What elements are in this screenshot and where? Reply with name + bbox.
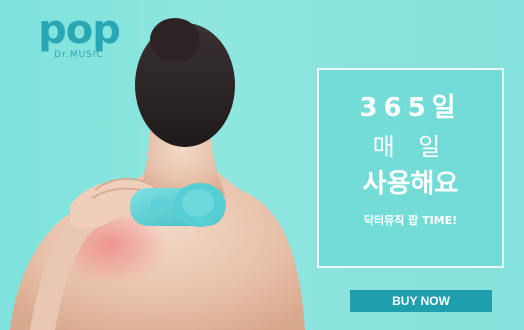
headline-tagline: 닥터뮤직 팝 TIME!: [363, 214, 458, 227]
headline-line-1: 365일: [359, 93, 462, 123]
headline-box: 365일 매 일 사용해요 닥터뮤직 팝 TIME!: [317, 68, 504, 268]
ad-banner[interactable]: pop Dr.MUSIC 365일 매 일 사용해요 닥터뮤직 팝 TIME! …: [0, 0, 524, 330]
buy-now-button[interactable]: BUY NOW: [350, 290, 492, 312]
headline-line-3: 사용해요: [362, 169, 459, 199]
headline-line-2: 매 일: [372, 133, 449, 161]
logo-wordmark: pop: [38, 7, 121, 53]
brand-logo[interactable]: pop Dr.MUSIC: [34, 7, 124, 60]
